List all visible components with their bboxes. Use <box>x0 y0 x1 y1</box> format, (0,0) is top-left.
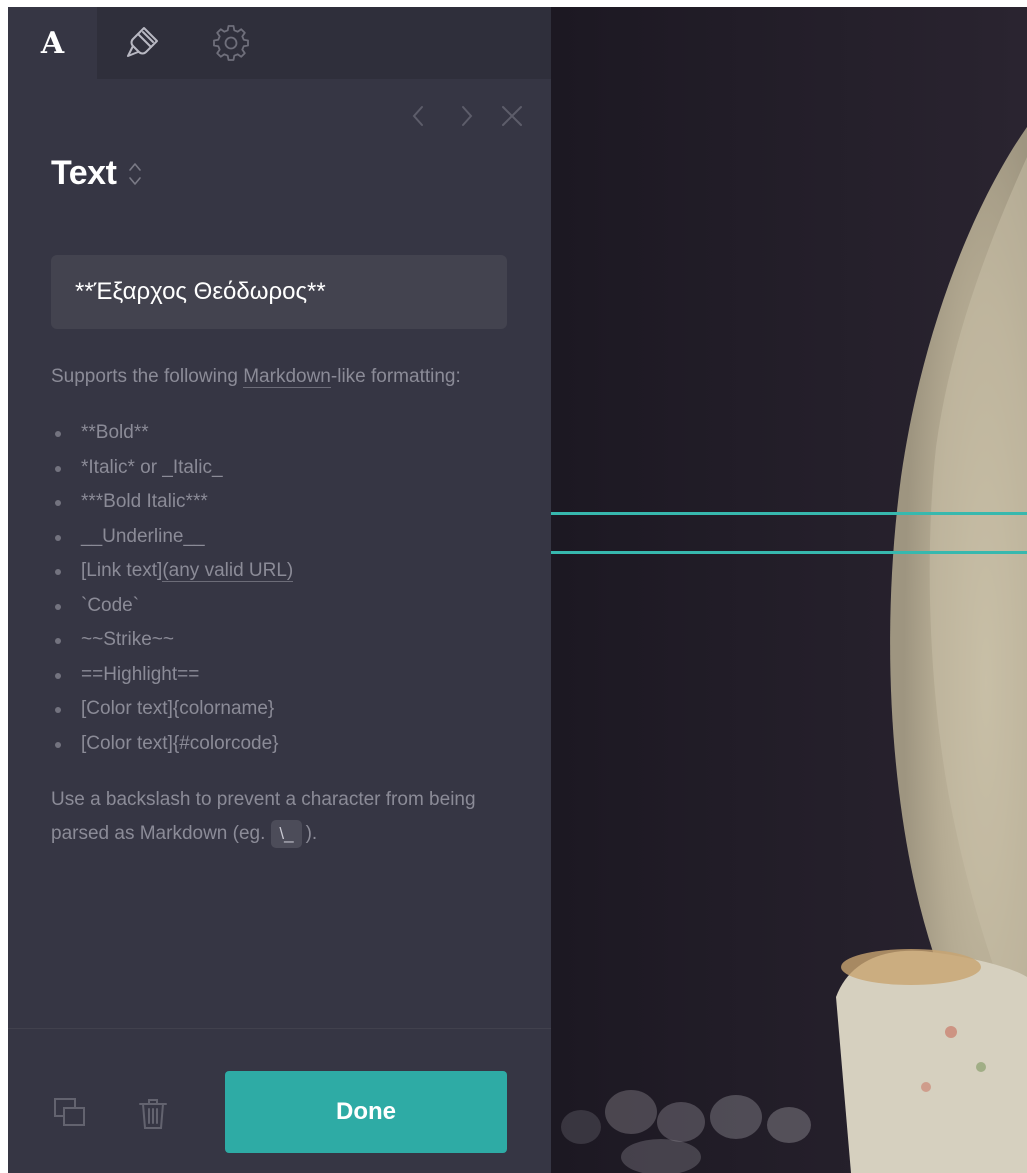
trash-icon <box>139 1099 167 1129</box>
format-bold-italic: ***Bold Italic*** <box>81 491 208 512</box>
chevron-right-icon <box>462 106 473 126</box>
format-italic: *Italic* or _Italic_ <box>81 456 223 478</box>
list-item: __Underline__ <box>51 520 521 555</box>
backslash-note-suffix: ). <box>305 823 318 844</box>
sort-arrows-icon <box>129 163 142 185</box>
help-intro-prefix: Supports the following <box>51 366 244 387</box>
close-button[interactable] <box>499 103 525 129</box>
format-bold: **Bold** <box>81 422 149 443</box>
format-strike: ~~Strike~~ <box>81 629 174 650</box>
list-item: *Italic* or _Italic_ <box>51 451 521 486</box>
tab-bar: A <box>8 7 551 79</box>
format-highlight: ==Highlight== <box>81 663 200 685</box>
tab-style[interactable] <box>97 7 186 79</box>
list-item: ~~Strike~~ <box>51 623 521 658</box>
alignment-guide-bottom <box>551 551 1027 554</box>
format-color-code: [Color text]{#colorcode} <box>81 732 279 754</box>
tab-text[interactable]: A <box>8 7 97 79</box>
gear-icon <box>212 25 249 61</box>
backslash-code-example: \_ <box>271 820 302 848</box>
format-list: **Bold** *Italic* or _Italic_ ***Bold It… <box>51 416 521 761</box>
format-code: `Code` <box>81 594 140 616</box>
list-item: ==Highlight== <box>51 658 521 693</box>
paintbrush-icon <box>126 27 158 57</box>
tab-settings[interactable] <box>186 7 275 79</box>
canvas-preview[interactable] <box>551 7 1027 1173</box>
backslash-note: Use a backslash to prevent a character f… <box>51 783 521 851</box>
text-content-input[interactable]: **Έξαρχος Θεόδωρος** <box>51 255 507 329</box>
markdown-link[interactable]: Markdown <box>243 366 331 388</box>
list-item: ***Bold Italic*** <box>51 485 521 520</box>
list-item: [Color text]{colorname} <box>51 692 521 727</box>
format-color-name: [Color text]{colorname} <box>81 698 275 719</box>
done-button[interactable]: Done <box>225 1071 507 1153</box>
list-item: **Bold** <box>51 416 521 451</box>
help-intro: Supports the following Markdown-like for… <box>51 363 521 391</box>
format-link: [Link text] <box>81 560 163 581</box>
previous-button[interactable] <box>406 103 432 129</box>
next-button[interactable] <box>453 103 479 129</box>
chevron-left-icon <box>412 106 423 126</box>
any-valid-url-link[interactable]: (any valid URL) <box>162 560 294 582</box>
background-photo <box>551 7 1027 1173</box>
element-type-selector[interactable]: Text <box>51 151 142 195</box>
app-frame: A Text **Έξαρχος Θεόδωρος** Supports the… <box>8 7 1027 1173</box>
alignment-guide-top <box>551 512 1027 515</box>
backslash-note-text: Use a backslash to prevent a character f… <box>51 789 476 844</box>
delete-button[interactable] <box>135 1095 171 1131</box>
close-icon <box>502 106 522 126</box>
text-editor-panel: A Text **Έξαρχος Θεόδωρος** Supports the… <box>8 7 551 1173</box>
footer-divider <box>8 1028 551 1029</box>
panel-title: Text <box>51 153 117 192</box>
list-item: `Code` <box>51 589 521 624</box>
list-item: [Color text]{#colorcode} <box>51 727 521 762</box>
duplicate-button[interactable] <box>52 1095 88 1131</box>
formatting-help: Supports the following Markdown-like for… <box>51 363 521 851</box>
format-underline: __Underline__ <box>81 525 205 547</box>
list-item: [Link text](any valid URL) <box>51 554 521 589</box>
duplicate-icon <box>54 1098 85 1126</box>
help-intro-suffix: -like formatting: <box>330 366 461 387</box>
text-tab-glyph: A <box>40 25 65 61</box>
